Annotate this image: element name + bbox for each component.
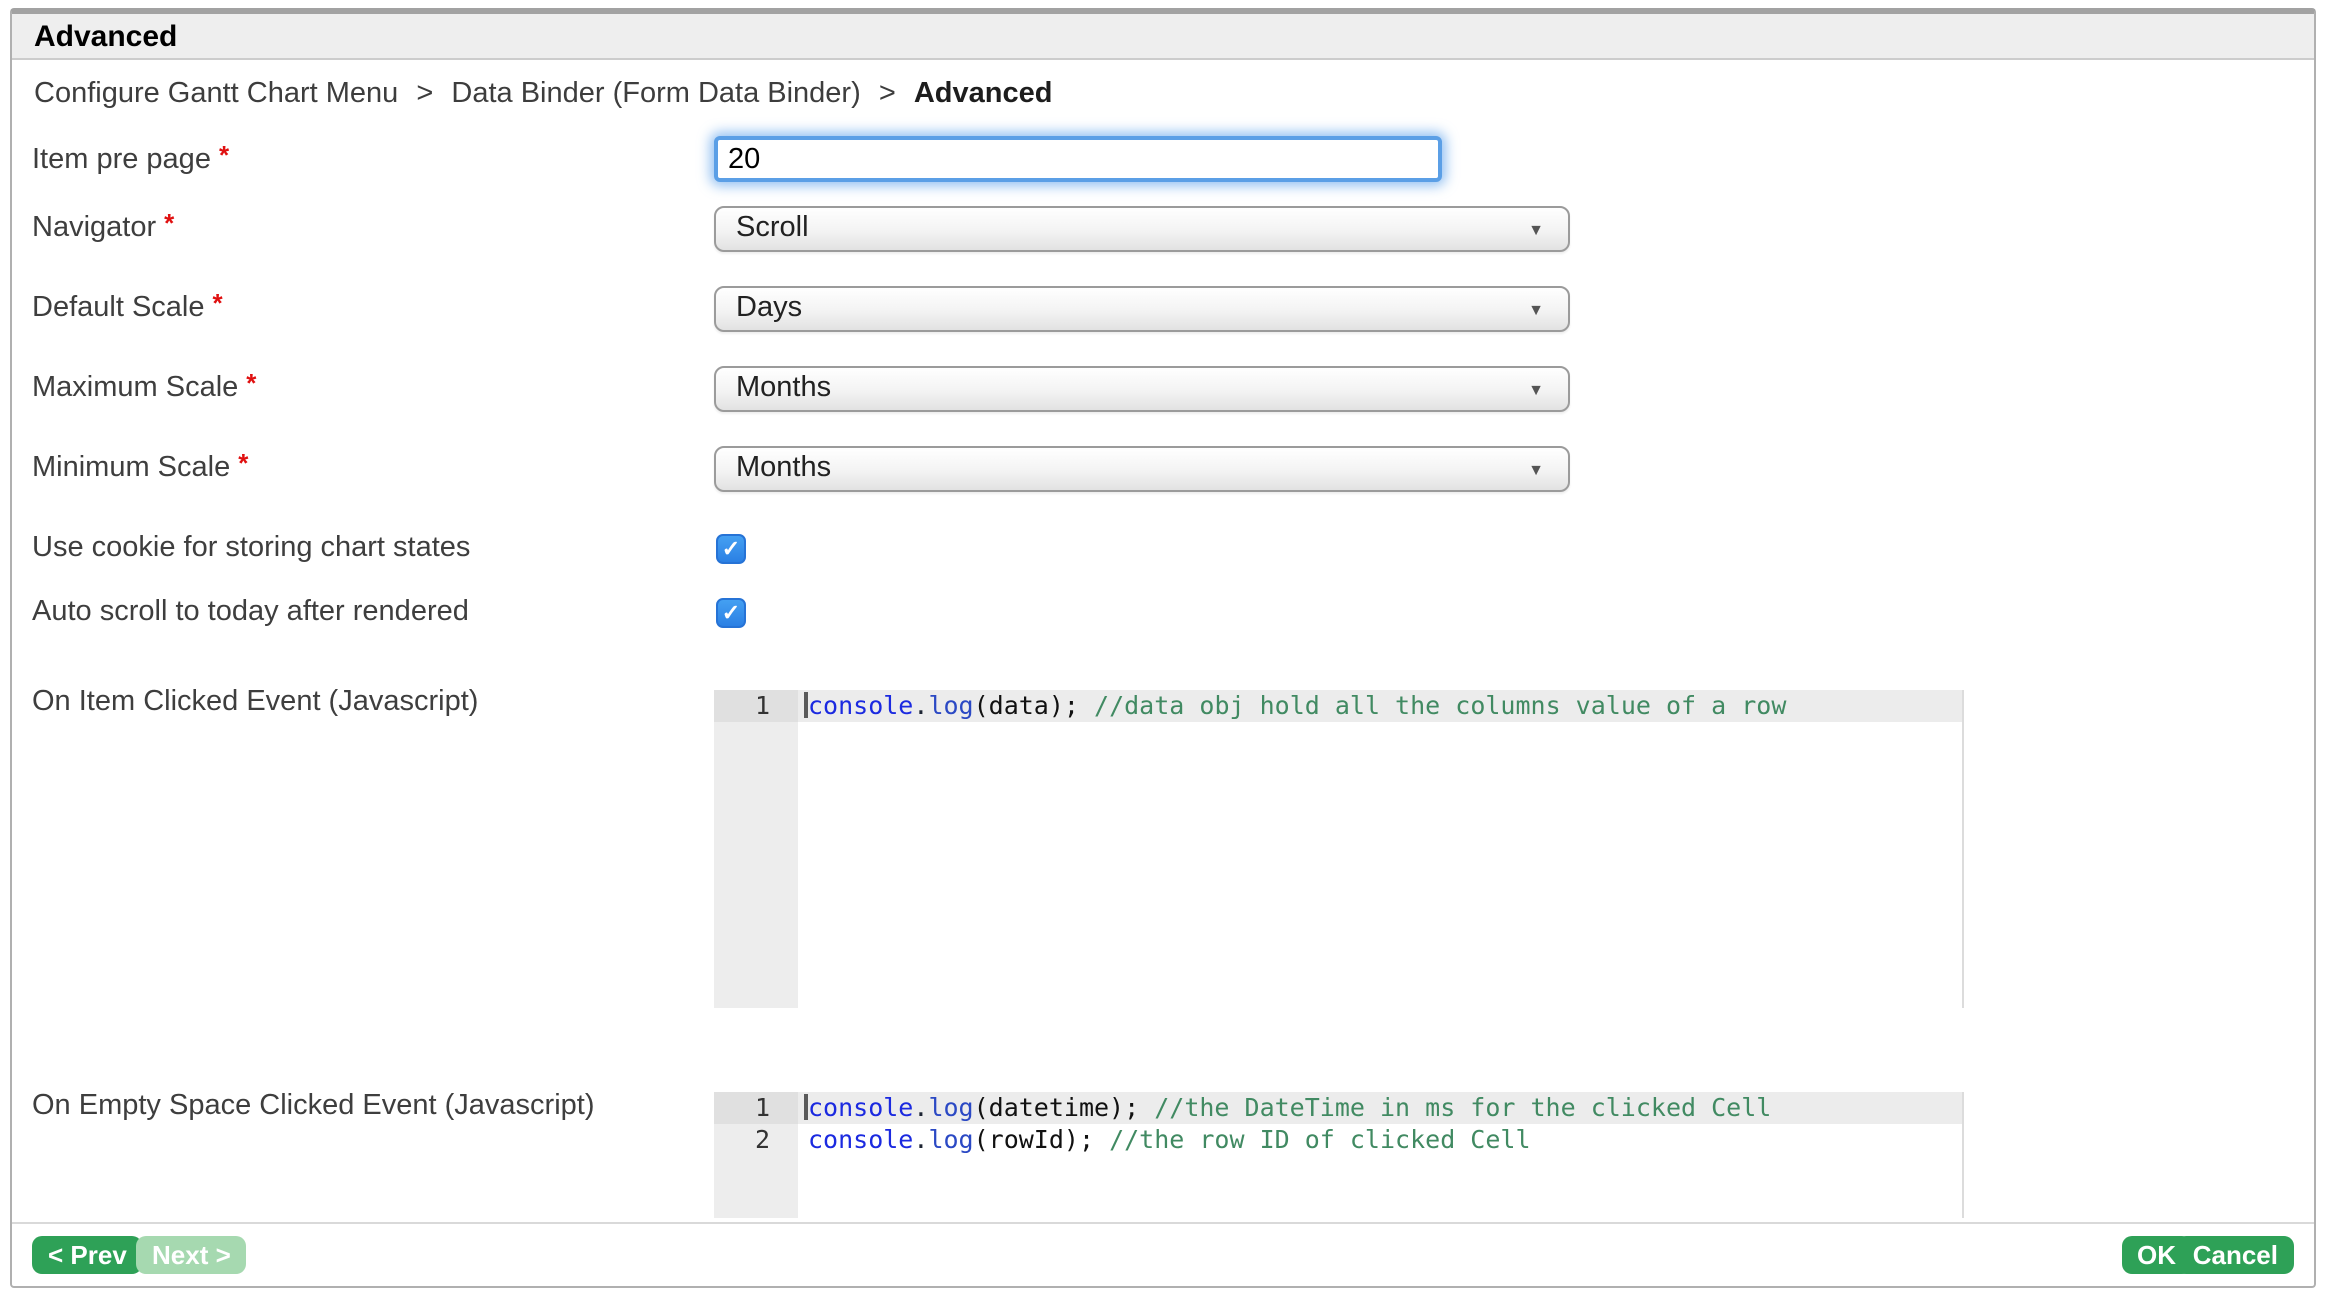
dialog-title-text: Advanced [34,20,177,54]
text-cursor [804,692,808,718]
line-number: 2 [714,1123,798,1154]
editor-margin-ruler [1962,1092,1964,1218]
dialog-title: Advanced [12,14,2314,60]
footer-divider [12,1222,2314,1224]
minimum-scale-label: Minimum Scale* [32,452,248,484]
on-empty-space-clicked-code-editor[interactable]: 1 2 console.log(datetime); //the DateTim… [714,1092,2304,1218]
check-icon: ✓ [722,538,740,562]
advanced-settings-dialog: Advanced Configure Gantt Chart Menu > Da… [0,0,2328,1300]
use-cookie-label: Use cookie for storing chart states [32,532,470,564]
prev-button[interactable]: < Prev [32,1236,143,1274]
navigator-selected-value: Scroll [736,212,809,244]
breadcrumb: Configure Gantt Chart Menu > Data Binder… [34,76,1052,112]
minimum-scale-select[interactable]: Months ▼ [714,446,1570,492]
editor-margin-ruler [1962,690,1964,1008]
breadcrumb-separator: > [416,78,433,110]
minimum-scale-selected-value: Months [736,452,831,484]
use-cookie-checkbox[interactable]: ✓ [716,534,746,564]
auto-scroll-label: Auto scroll to today after rendered [32,596,469,628]
chevron-down-icon: ▼ [1528,368,1544,410]
on-item-clicked-label: On Item Clicked Event (Javascript) [32,686,478,718]
default-scale-select[interactable]: Days ▼ [714,286,1570,332]
default-scale-label: Default Scale* [32,292,223,324]
cancel-button[interactable]: Cancel [2177,1236,2294,1274]
check-icon: ✓ [722,602,740,626]
required-asterisk: * [164,208,174,238]
navigator-label: Navigator* [32,212,174,244]
editor-line-number-gutter: 1 2 [714,1092,798,1218]
breadcrumb-item-configure-gantt-chart-menu[interactable]: Configure Gantt Chart Menu [34,78,398,110]
required-asterisk: * [238,448,248,478]
line-number: 1 [714,1092,798,1123]
breadcrumb-separator: > [879,78,896,110]
on-empty-space-clicked-label: On Empty Space Clicked Event (Javascript… [32,1090,595,1122]
breadcrumb-item-advanced: Advanced [914,78,1053,110]
code-line: console.log(rowId); //the row ID of clic… [798,1123,2304,1154]
editor-line-number-gutter: 1 [714,690,798,1008]
chevron-down-icon: ▼ [1528,288,1544,330]
required-asterisk: * [246,368,256,398]
item-per-page-label: Item pre page* [32,144,229,176]
next-button-disabled[interactable]: Next > [136,1236,247,1274]
item-per-page-input[interactable] [714,136,1442,182]
maximum-scale-label: Maximum Scale* [32,372,256,404]
code-line: console.log(datetime); //the DateTime in… [798,1092,2304,1123]
line-number: 1 [714,690,798,721]
on-item-clicked-code-editor[interactable]: 1 console.log(data); //data obj hold all… [714,690,2304,1008]
default-scale-selected-value: Days [736,292,802,324]
dialog-panel: Advanced Configure Gantt Chart Menu > Da… [10,8,2316,1288]
text-cursor [804,1094,808,1120]
auto-scroll-checkbox[interactable]: ✓ [716,598,746,628]
maximum-scale-select[interactable]: Months ▼ [714,366,1570,412]
breadcrumb-item-data-binder[interactable]: Data Binder (Form Data Binder) [451,78,860,110]
navigator-select[interactable]: Scroll ▼ [714,206,1570,252]
code-line: console.log(data); //data obj hold all t… [798,690,2304,721]
required-asterisk: * [219,140,229,170]
chevron-down-icon: ▼ [1528,448,1544,490]
chevron-down-icon: ▼ [1528,208,1544,250]
required-asterisk: * [213,288,223,318]
maximum-scale-selected-value: Months [736,372,831,404]
